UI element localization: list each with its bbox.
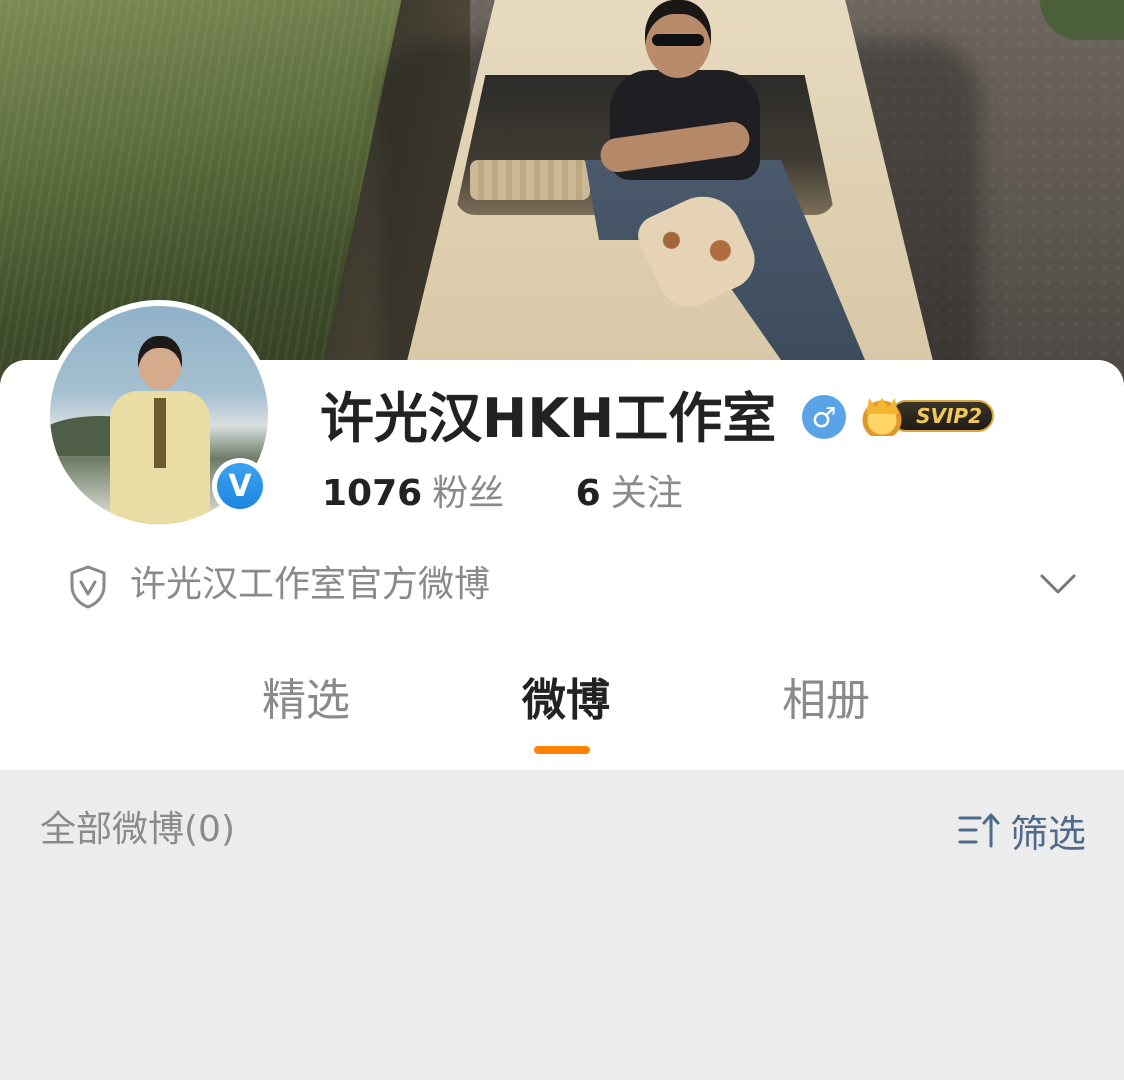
profile-description-row[interactable]: 许光汉工作室官方微博 xyxy=(68,558,1078,614)
all-posts-label[interactable]: 全部微博(0) xyxy=(40,806,235,854)
svip-badge[interactable]: SVIP2 xyxy=(860,396,996,436)
followers-stat[interactable]: 1076 粉丝 xyxy=(322,470,504,518)
active-tab-indicator xyxy=(534,746,590,754)
male-icon: ♂ xyxy=(802,395,846,439)
shield-icon xyxy=(70,565,106,609)
cover-seat xyxy=(470,160,590,200)
sort-filter-icon xyxy=(958,813,1000,848)
following-count: 6 xyxy=(575,473,601,514)
profile-name: 许光汉HKH工作室 xyxy=(320,387,777,450)
profile-tabs: 精选 微博 相册 xyxy=(0,668,1124,758)
filter-label: 筛选 xyxy=(1009,811,1086,856)
profile-description: 许光汉工作室官方微博 xyxy=(130,564,491,605)
following-stat[interactable]: 6 关注 xyxy=(576,470,683,518)
tab-album[interactable]: 相册 xyxy=(782,668,870,734)
crown-icon xyxy=(860,396,904,436)
tab-weibo[interactable]: 微博 xyxy=(522,668,610,734)
tab-featured[interactable]: 精选 xyxy=(262,668,350,734)
avatar-tie xyxy=(154,398,166,468)
followers-count: 1076 xyxy=(322,473,423,514)
verified-icon: V xyxy=(217,463,263,509)
profile-stats: 1076 粉丝 6 关注 xyxy=(322,470,683,518)
verified-badge[interactable]: V xyxy=(212,458,268,514)
svip-label: SVIP2 xyxy=(890,400,994,432)
chevron-down-icon[interactable] xyxy=(1038,570,1078,598)
followers-label: 粉丝 xyxy=(432,473,505,514)
filter-button[interactable]: 筛选 xyxy=(958,806,1086,856)
cover-person-sunglasses xyxy=(652,34,704,46)
avatar-head xyxy=(138,336,182,390)
post-list-header: 全部微博(0) 筛选 xyxy=(0,770,1124,890)
profile-page: V 许光汉HKH工作室 ♂ SVIP2 1076 粉丝 6 关注 许光汉工作室官方微… xyxy=(0,0,1124,1080)
following-label: 关注 xyxy=(610,473,683,514)
